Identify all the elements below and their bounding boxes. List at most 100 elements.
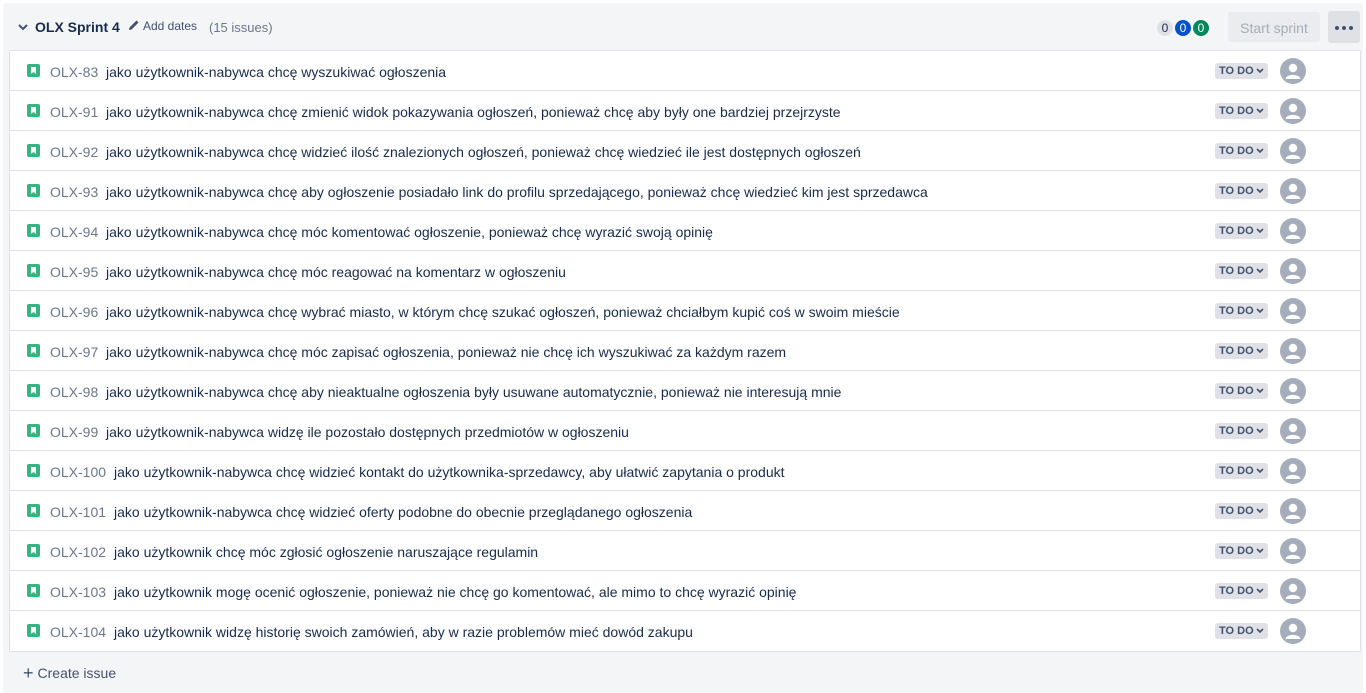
issue-row[interactable]: OLX-99 jako użytkownik-nabywca widzę ile … [10, 411, 1360, 451]
status-label: TO DO [1219, 65, 1254, 77]
chevron-down-icon [1256, 628, 1264, 634]
issue-row[interactable]: OLX-98 jako użytkownik-nabywca chcę aby n… [10, 371, 1360, 411]
issue-row[interactable]: OLX-92 jako użytkownik-nabywca chcę widzi… [10, 131, 1360, 171]
chevron-down-icon[interactable] [16, 20, 30, 34]
issue-row[interactable]: OLX-104 jako użytkownik widzę historię sw… [10, 611, 1360, 651]
unassigned-avatar-icon[interactable] [1280, 178, 1306, 204]
status-dropdown[interactable]: TO DO [1215, 183, 1268, 199]
issue-row[interactable]: OLX-102 jako użytkownik chcę móc zgłosić … [10, 531, 1360, 571]
status-dropdown[interactable]: TO DO [1215, 623, 1268, 639]
story-icon [27, 464, 40, 477]
issue-summary: jako użytkownik-nabywca chcę widzieć ilo… [106, 144, 861, 160]
issue-key[interactable]: OLX-94 [50, 224, 98, 240]
issue-row[interactable]: OLX-93 jako użytkownik-nabywca chcę aby o… [10, 171, 1360, 211]
issue-key[interactable]: OLX-95 [50, 264, 98, 280]
status-dropdown[interactable]: TO DO [1215, 223, 1268, 239]
issue-row[interactable]: OLX-101 jako użytkownik-nabywca chcę widz… [10, 491, 1360, 531]
issue-summary: jako użytkownik-nabywca chcę wyszukiwać … [106, 64, 447, 80]
unassigned-avatar-icon[interactable] [1280, 498, 1306, 524]
issue-count: (15 issues) [209, 20, 273, 35]
status-dropdown[interactable]: TO DO [1215, 543, 1268, 559]
status-label: TO DO [1219, 145, 1254, 157]
status-dropdown[interactable]: TO DO [1215, 103, 1268, 119]
issue-row[interactable]: OLX-100 jako użytkownik-nabywca chcę widz… [10, 451, 1360, 491]
issue-key[interactable]: OLX-91 [50, 104, 98, 120]
unassigned-avatar-icon[interactable] [1280, 138, 1306, 164]
status-dropdown[interactable]: TO DO [1215, 303, 1268, 319]
issue-row[interactable]: OLX-83 jako użytkownik-nabywca chcę wyszu… [10, 51, 1360, 91]
issue-key[interactable]: OLX-83 [50, 64, 98, 80]
issue-row[interactable]: OLX-97 jako użytkownik-nabywca chcę móc z… [10, 331, 1360, 371]
status-dropdown[interactable]: TO DO [1215, 383, 1268, 399]
story-icon [27, 304, 40, 317]
issue-summary: jako użytkownik-nabywca chcę móc komento… [106, 224, 713, 240]
issue-row[interactable]: OLX-91 jako użytkownik-nabywca chcę zmien… [10, 91, 1360, 131]
issue-key[interactable]: OLX-93 [50, 184, 98, 200]
status-dropdown[interactable]: TO DO [1215, 503, 1268, 519]
unassigned-avatar-icon[interactable] [1280, 298, 1306, 324]
issue-key[interactable]: OLX-99 [50, 424, 98, 440]
issue-summary: jako użytkownik chcę móc zgłosić ogłosze… [114, 544, 539, 560]
status-label: TO DO [1219, 265, 1254, 277]
chevron-down-icon [1256, 548, 1264, 554]
issue-row[interactable]: OLX-96 jako użytkownik-nabywca chcę wybra… [10, 291, 1360, 331]
status-dropdown[interactable]: TO DO [1215, 63, 1268, 79]
add-dates-link[interactable]: Add dates [128, 19, 197, 33]
unassigned-avatar-icon[interactable] [1280, 618, 1306, 644]
status-dropdown[interactable]: TO DO [1215, 463, 1268, 479]
unassigned-avatar-icon[interactable] [1280, 338, 1306, 364]
issue-summary: jako użytkownik-nabywca chcę widzieć kon… [114, 464, 785, 480]
chevron-down-icon [1256, 468, 1264, 474]
create-issue-label: Create issue [37, 665, 117, 681]
unassigned-avatar-icon[interactable] [1280, 378, 1306, 404]
issue-row[interactable]: OLX-95 jako użytkownik-nabywca chcę móc r… [10, 251, 1360, 291]
chevron-down-icon [1256, 308, 1264, 314]
unassigned-avatar-icon[interactable] [1280, 218, 1306, 244]
status-label: TO DO [1219, 225, 1254, 237]
create-issue-button[interactable]: + Create issue [23, 663, 116, 684]
status-dropdown[interactable]: TO DO [1215, 423, 1268, 439]
unassigned-avatar-icon[interactable] [1280, 458, 1306, 484]
unassigned-avatar-icon[interactable] [1280, 258, 1306, 284]
issue-key[interactable]: OLX-101 [50, 504, 106, 520]
issue-row[interactable]: OLX-94 jako użytkownik-nabywca chcę móc k… [10, 211, 1360, 251]
issue-key[interactable]: OLX-103 [50, 584, 106, 600]
issue-summary: jako użytkownik-nabywca chcę aby ogłosze… [106, 184, 928, 200]
story-icon [27, 64, 40, 77]
issue-summary: jako użytkownik-nabywca chcę móc reagowa… [106, 264, 566, 280]
issue-key[interactable]: OLX-100 [50, 464, 106, 480]
issue-key[interactable]: OLX-98 [50, 384, 98, 400]
issue-row[interactable]: OLX-103 jako użytkownik mogę ocenić ogłos… [10, 571, 1360, 611]
issue-key[interactable]: OLX-97 [50, 344, 98, 360]
chevron-down-icon [1256, 268, 1264, 274]
more-actions-button[interactable] [1328, 11, 1360, 43]
todo-count-badge: 0 [1157, 20, 1173, 36]
issue-key[interactable]: OLX-104 [50, 624, 106, 640]
status-dropdown[interactable]: TO DO [1215, 143, 1268, 159]
story-icon [27, 544, 40, 557]
unassigned-avatar-icon[interactable] [1280, 578, 1306, 604]
chevron-down-icon [1256, 108, 1264, 114]
chevron-down-icon [1256, 188, 1264, 194]
status-dropdown[interactable]: TO DO [1215, 343, 1268, 359]
story-icon [27, 624, 40, 637]
status-label: TO DO [1219, 305, 1254, 317]
issue-summary: jako użytkownik-nabywca chcę widzieć ofe… [114, 504, 693, 520]
issue-key[interactable]: OLX-96 [50, 304, 98, 320]
unassigned-avatar-icon[interactable] [1280, 98, 1306, 124]
issue-key[interactable]: OLX-92 [50, 144, 98, 160]
unassigned-avatar-icon[interactable] [1280, 58, 1306, 84]
issue-key[interactable]: OLX-102 [50, 544, 106, 560]
status-label: TO DO [1219, 185, 1254, 197]
status-counts: 000 [1157, 19, 1211, 37]
status-dropdown[interactable]: TO DO [1215, 583, 1268, 599]
status-dropdown[interactable]: TO DO [1215, 263, 1268, 279]
issue-summary: jako użytkownik-nabywca chcę aby nieaktu… [106, 384, 842, 400]
story-icon [27, 144, 40, 157]
status-label: TO DO [1219, 585, 1254, 597]
chevron-down-icon [1256, 508, 1264, 514]
unassigned-avatar-icon[interactable] [1280, 538, 1306, 564]
status-label: TO DO [1219, 545, 1254, 557]
unassigned-avatar-icon[interactable] [1280, 418, 1306, 444]
start-sprint-button[interactable]: Start sprint [1228, 12, 1320, 42]
